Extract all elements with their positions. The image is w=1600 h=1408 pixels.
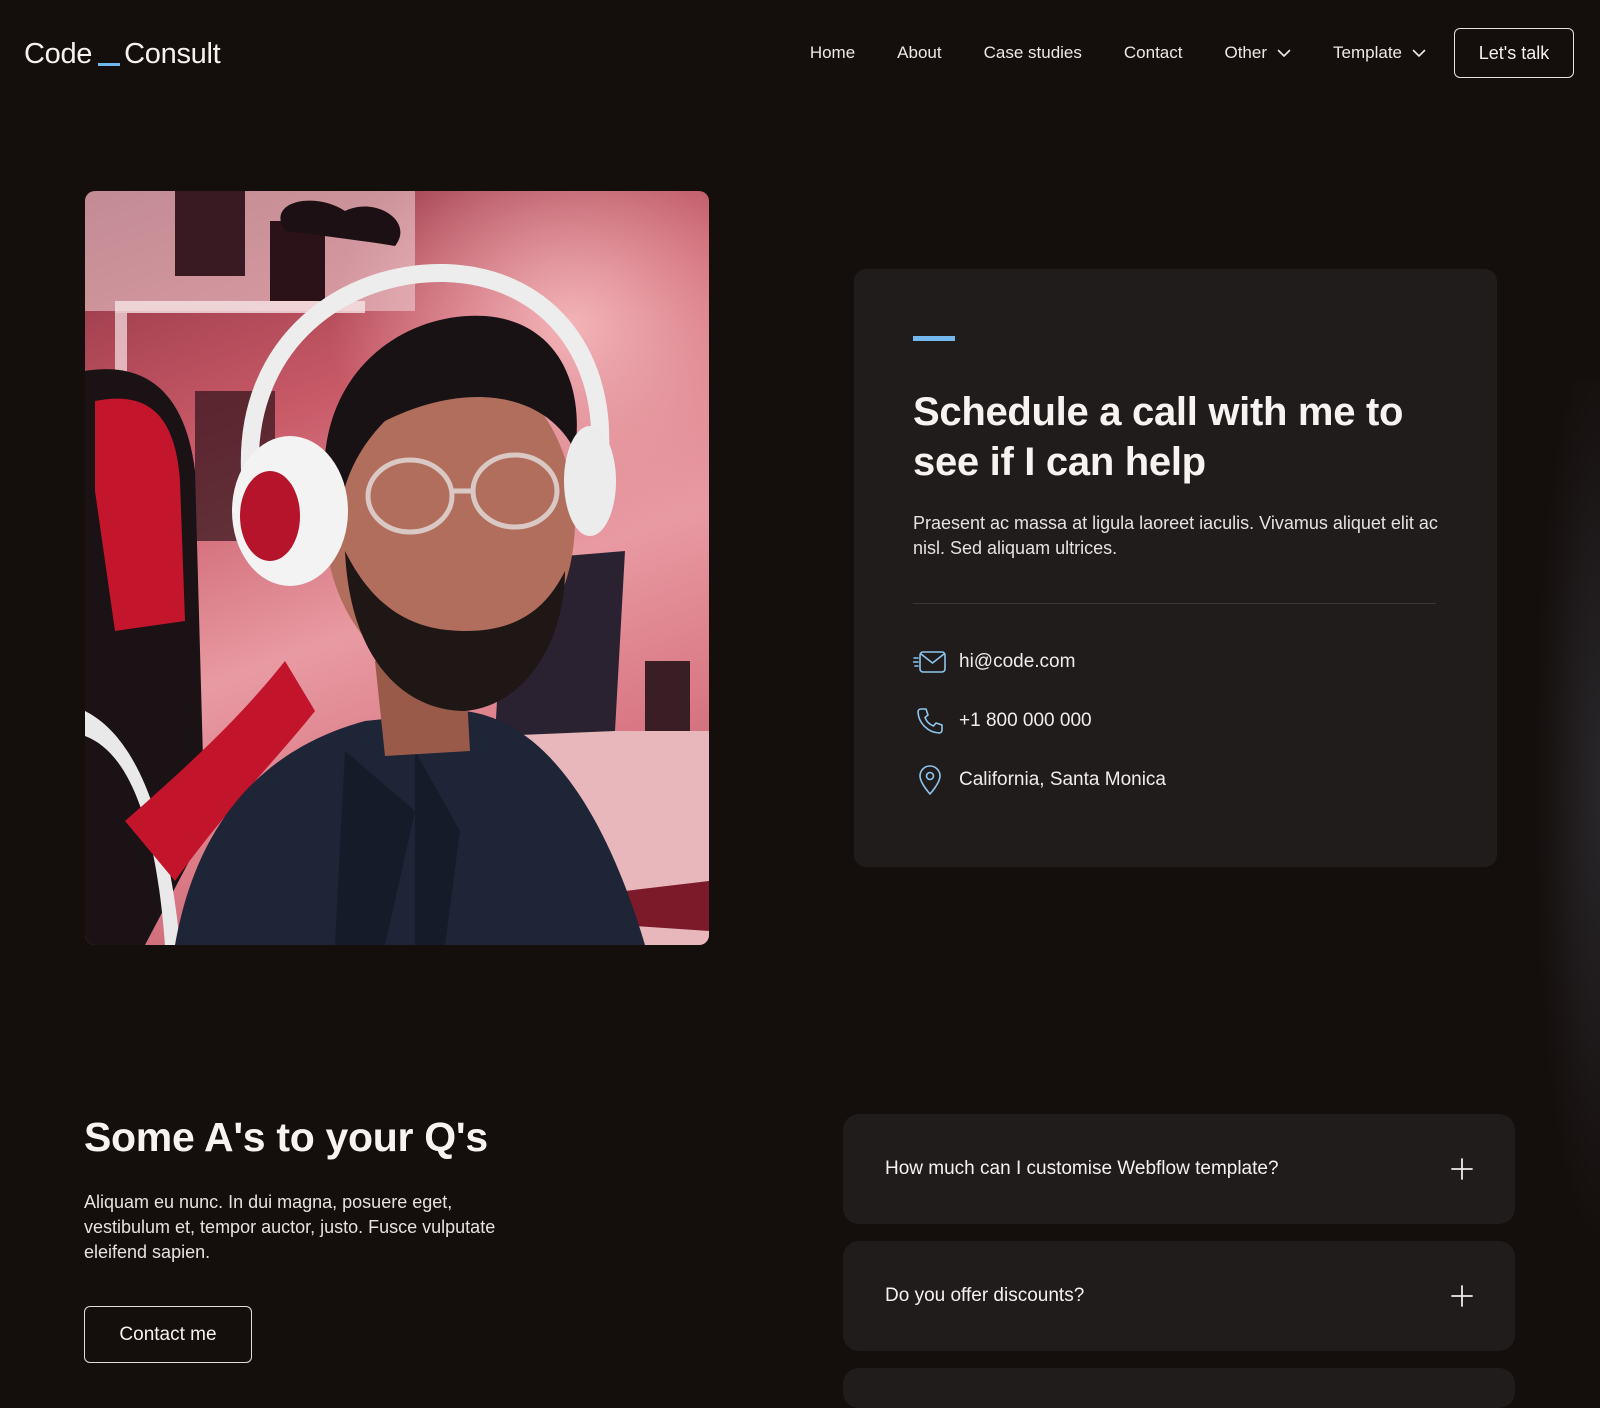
nav-home[interactable]: Home (810, 43, 855, 63)
location-value: California, Santa Monica (959, 769, 1166, 790)
phone-icon (913, 706, 947, 736)
faq-question: How much can I customise Webflow templat… (885, 1158, 1279, 1179)
card-title: Schedule a call with me to see if I can … (913, 390, 1404, 484)
lets-talk-button[interactable]: Let's talk (1454, 28, 1574, 78)
nav-other-label: Other (1224, 43, 1268, 62)
nav-contact[interactable]: Contact (1124, 43, 1183, 63)
card-description: Praesent ac massa at ligula laoreet iacu… (913, 513, 1438, 558)
nav-template-dropdown[interactable]: Template (1333, 43, 1426, 63)
mail-icon (913, 647, 947, 677)
location-pin-icon (913, 765, 947, 795)
phone-value: +1 800 000 000 (959, 710, 1092, 731)
contact-phone[interactable]: +1 800 000 000 (913, 706, 1092, 736)
portrait-photo (85, 191, 709, 945)
faq-question: Do you offer discounts? (885, 1285, 1085, 1306)
faq-description: Aliquam eu nunc. In dui magna, posuere e… (84, 1192, 496, 1262)
contact-me-button[interactable]: Contact me (84, 1306, 252, 1363)
main-nav: Home About Case studies Contact Other Te… (810, 28, 1574, 78)
divider (913, 603, 1436, 604)
logo-dash (98, 62, 121, 66)
contact-location: California, Santa Monica (913, 765, 1166, 795)
logo[interactable]: Code Consult (24, 34, 221, 74)
chevron-down-icon (1412, 49, 1426, 57)
nav-other-dropdown[interactable]: Other (1224, 43, 1291, 63)
email-value: hi@code.com (959, 651, 1076, 672)
contact-email[interactable]: hi@code.com (913, 647, 1075, 677)
nav-template-label: Template (1333, 43, 1402, 62)
chevron-down-icon (1277, 49, 1291, 57)
plus-icon[interactable] (1451, 1285, 1473, 1307)
nav-about[interactable]: About (897, 43, 941, 63)
faq-item[interactable]: How much can I customise Webflow templat… (843, 1114, 1515, 1224)
faq-title: Some A's to your Q's (84, 1114, 488, 1160)
plus-icon[interactable] (1451, 1158, 1473, 1180)
faq-item[interactable]: Do you offer discounts? (843, 1241, 1515, 1351)
site-header: Code Consult Home About Case studies Con… (0, 0, 1600, 106)
logo-text-consult: Consult (124, 37, 221, 70)
contact-card: Schedule a call with me to see if I can … (854, 269, 1497, 867)
nav-case-studies[interactable]: Case studies (984, 43, 1082, 63)
logo-text-code: Code (24, 37, 93, 70)
faq-item-partial[interactable] (843, 1368, 1515, 1408)
accent-bar (913, 336, 955, 341)
portrait-illustration (85, 191, 709, 945)
